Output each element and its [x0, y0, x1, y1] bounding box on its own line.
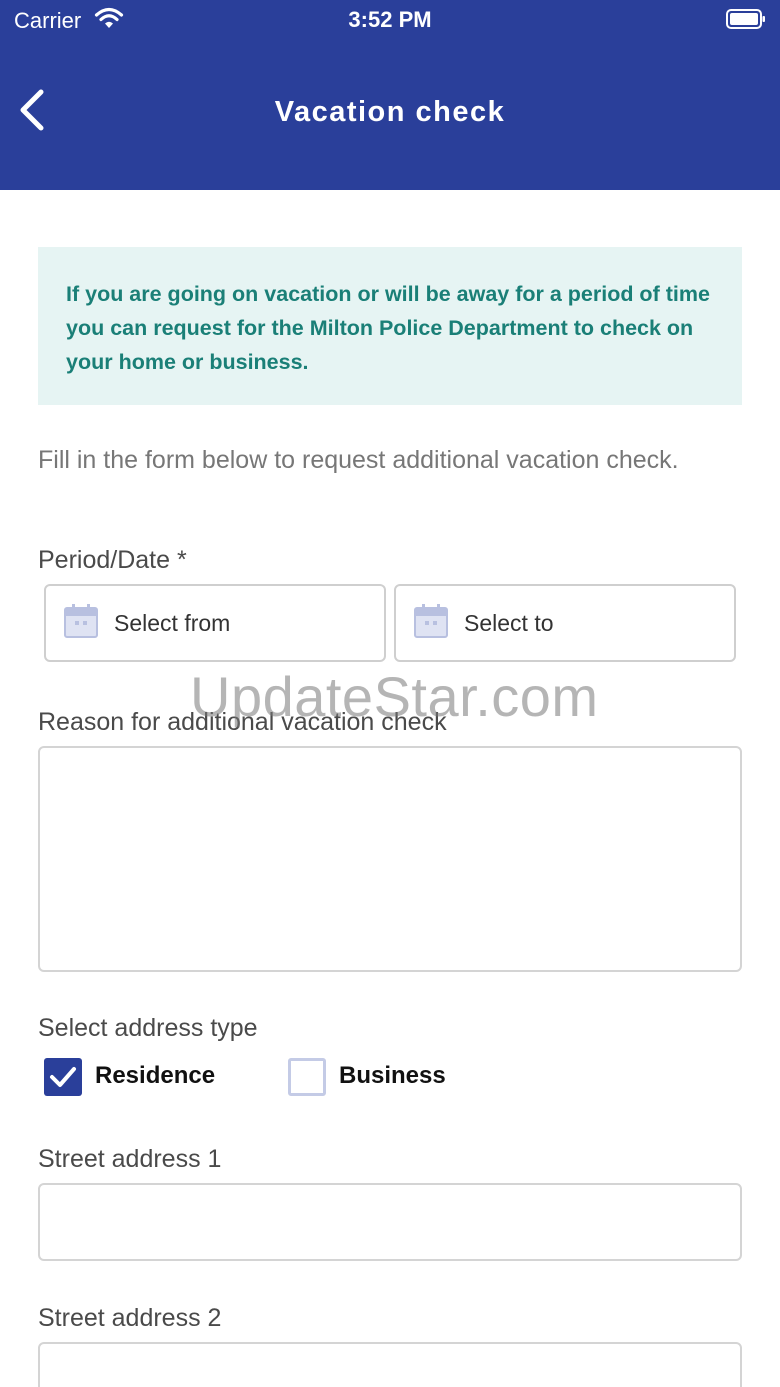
calendar-icon [64, 604, 98, 638]
battery-icon [726, 9, 765, 29]
date-to-placeholder: Select to [464, 610, 554, 636]
residence-label[interactable]: Residence [95, 1062, 215, 1090]
reason-textarea[interactable] [38, 746, 742, 972]
street1-label: Street address 1 [38, 1145, 222, 1173]
street2-input[interactable] [38, 1342, 742, 1387]
date-from-field[interactable]: Select from [44, 584, 386, 662]
street1-input[interactable] [38, 1183, 742, 1261]
app-header: Carrier 3:52 PM Vacation check [0, 0, 780, 190]
status-time: 3:52 PM [348, 7, 432, 32]
date-to-field[interactable]: Select to [394, 584, 736, 662]
info-banner: If you are going on vacation or will be … [38, 247, 742, 405]
business-checkbox[interactable] [288, 1058, 326, 1096]
date-from-placeholder: Select from [114, 610, 231, 636]
info-text: If you are going on vacation or will be … [66, 282, 710, 374]
status-bar: Carrier 3:52 PM [0, 0, 780, 40]
checkmark-icon [50, 1067, 76, 1087]
period-label: Period/Date * [38, 546, 187, 574]
address-type-label: Select address type [38, 1014, 258, 1042]
street2-label: Street address 2 [38, 1304, 222, 1332]
watermark: UpdateStar.com [190, 665, 599, 728]
residence-checkbox[interactable] [44, 1058, 82, 1096]
form-intro: Fill in the form below to request additi… [38, 446, 679, 474]
business-label[interactable]: Business [339, 1062, 446, 1090]
page-title: Vacation check [274, 96, 506, 128]
calendar-icon [414, 604, 448, 638]
